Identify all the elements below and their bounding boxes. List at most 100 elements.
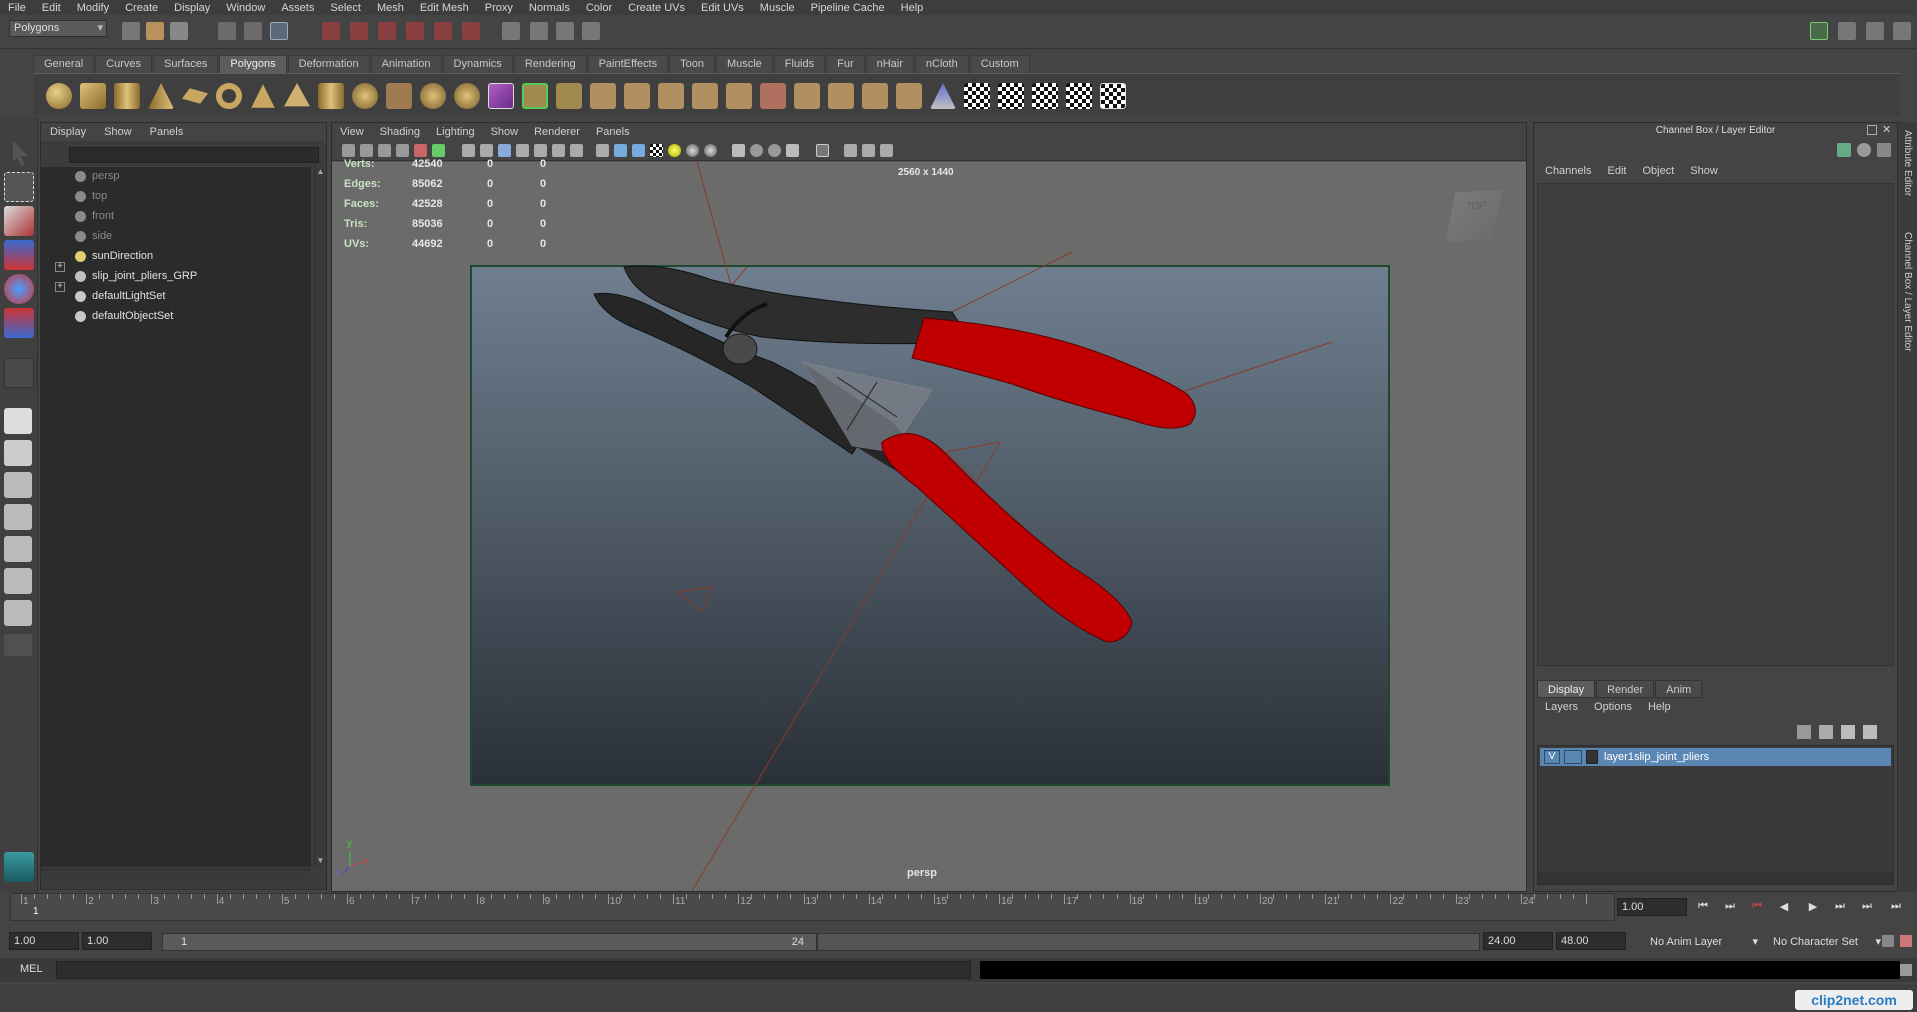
playback-start-field[interactable]: 1.00 xyxy=(82,932,152,950)
snap-live-icon[interactable] xyxy=(462,22,480,40)
spherical-mapping-icon[interactable] xyxy=(1032,83,1058,109)
shelf-tab-curves[interactable]: Curves xyxy=(95,55,152,73)
camera-attributes-icon[interactable] xyxy=(360,144,373,157)
layer-menu-options[interactable]: Options xyxy=(1586,701,1640,713)
poly-pipe-icon[interactable] xyxy=(318,83,344,109)
shelf-tab-deformation[interactable]: Deformation xyxy=(287,55,370,73)
view-transform-icon[interactable] xyxy=(844,144,857,157)
poly-plane-icon[interactable] xyxy=(182,88,208,104)
persp-outliner-layout-icon[interactable] xyxy=(4,472,32,498)
menu-normals[interactable]: Normals xyxy=(521,2,578,14)
mirror-icon[interactable] xyxy=(930,83,956,109)
split-polygon-icon[interactable] xyxy=(658,83,684,109)
last-tool-icon[interactable] xyxy=(4,358,34,388)
new-layer-from-selected-icon[interactable] xyxy=(1797,725,1811,739)
layer-tab-display[interactable]: Display xyxy=(1537,680,1596,698)
wireframe-icon[interactable] xyxy=(596,144,609,157)
menu-edit-uvs[interactable]: Edit UVs xyxy=(693,2,752,14)
menu-window[interactable]: Window xyxy=(218,2,273,14)
grease-pencil-icon[interactable] xyxy=(432,144,445,157)
xray-active-icon[interactable] xyxy=(786,144,799,157)
2d-pan-zoom-icon[interactable] xyxy=(414,144,427,157)
smooth-shade-icon[interactable] xyxy=(614,144,627,157)
shelf-tab-dynamics[interactable]: Dynamics xyxy=(442,55,513,73)
menu-color[interactable]: Color xyxy=(578,2,620,14)
menu-set-selector[interactable]: Polygons ▾ xyxy=(9,20,107,37)
shelf-tab-surfaces[interactable]: Surfaces xyxy=(152,55,219,73)
command-language-toggle[interactable]: MEL xyxy=(20,963,43,975)
expand-default-light-set-icon[interactable]: + xyxy=(55,282,65,292)
hud-icon[interactable] xyxy=(816,144,829,157)
layer-tab-render[interactable]: Render xyxy=(1596,680,1655,698)
shelf-tab-custom[interactable]: Custom xyxy=(969,55,1030,73)
select-tool-icon[interactable] xyxy=(13,141,28,167)
pliers-model[interactable] xyxy=(332,162,1526,891)
poly-cube-icon[interactable] xyxy=(80,83,106,109)
bevel-icon[interactable] xyxy=(522,83,548,109)
xray-joints-icon[interactable] xyxy=(768,144,781,157)
bridge-icon[interactable] xyxy=(590,83,616,109)
snap-grid-icon[interactable] xyxy=(322,22,340,40)
viewport-menu-shading[interactable]: Shading xyxy=(372,126,428,138)
outliner-menu-show[interactable]: Show xyxy=(95,126,141,138)
layer-visibility-toggle[interactable]: V xyxy=(1544,750,1560,764)
outliner-item-front[interactable]: front xyxy=(75,207,305,225)
shelf-tab-muscle[interactable]: Muscle xyxy=(715,55,773,73)
use-all-lights-icon[interactable] xyxy=(668,144,681,157)
outliner-menu-display[interactable]: Display xyxy=(41,126,95,138)
expand-slip-joint-pliers-grp-icon[interactable]: + xyxy=(55,262,65,272)
open-scene-icon[interactable] xyxy=(146,22,164,40)
wireframe-on-shaded-icon[interactable] xyxy=(632,144,645,157)
current-time-field[interactable]: 1.00 xyxy=(1617,898,1687,916)
isolate-select-icon[interactable] xyxy=(732,144,745,157)
menu-muscle[interactable]: Muscle xyxy=(752,2,803,14)
new-scene-icon[interactable] xyxy=(122,22,140,40)
single-pane-layout-icon[interactable] xyxy=(4,408,32,434)
select-hierarchy-icon[interactable] xyxy=(218,22,236,40)
outliner-item-side[interactable]: side xyxy=(75,227,305,245)
outliner-item-defaultobjectset[interactable]: defaultObjectSet xyxy=(75,307,305,325)
ambient-occlusion-icon[interactable] xyxy=(704,144,717,157)
render-settings-icon[interactable] xyxy=(556,22,574,40)
smooth-icon[interactable] xyxy=(488,83,514,109)
gate-mask-icon[interactable] xyxy=(516,144,529,157)
step-forward-key-icon[interactable]: ⏭ xyxy=(1832,900,1848,914)
snap-point-icon[interactable] xyxy=(378,22,396,40)
outliner-item-slip-joint-pliers-grp[interactable]: slip_joint_pliers_GRP xyxy=(75,267,305,285)
shelf-tab-nhair[interactable]: nHair xyxy=(865,55,914,73)
range-track[interactable] xyxy=(817,933,1480,951)
range-slider[interactable]: 1 24 xyxy=(162,933,817,951)
channel-menu-channels[interactable]: Channels xyxy=(1537,165,1599,177)
menu-select[interactable]: Select xyxy=(322,2,369,14)
attribute-editor-tab[interactable]: Attribute Editor xyxy=(1902,130,1913,196)
layer-h-scrollbar[interactable] xyxy=(1538,872,1893,884)
render-frame-icon[interactable] xyxy=(502,22,520,40)
duplicate-face-icon[interactable] xyxy=(896,83,922,109)
menu-create-uvs[interactable]: Create UVs xyxy=(620,2,693,14)
save-scene-icon[interactable] xyxy=(170,22,188,40)
outliner-scrollbar[interactable]: ▲ ▼ xyxy=(314,167,326,867)
poly-soccer-ball-icon[interactable] xyxy=(352,83,378,109)
textured-icon[interactable] xyxy=(650,144,663,157)
viewport-menu-panels[interactable]: Panels xyxy=(588,126,638,138)
safe-title-icon[interactable] xyxy=(570,144,583,157)
shelf-tab-toon[interactable]: Toon xyxy=(669,55,715,73)
four-pane-layout-icon[interactable] xyxy=(4,440,32,466)
shelf-tab-ncloth[interactable]: nCloth xyxy=(914,55,969,73)
layer-tab-anim[interactable]: Anim xyxy=(1655,680,1703,698)
offset-edge-loop-icon[interactable] xyxy=(726,83,752,109)
menu-assets[interactable]: Assets xyxy=(273,2,322,14)
toggle-tool-settings-icon[interactable] xyxy=(1866,22,1884,40)
menu-pipeline-cache[interactable]: Pipeline Cache xyxy=(803,2,893,14)
shelf-tab-fur[interactable]: Fur xyxy=(826,55,865,73)
shelf-tab-animation[interactable]: Animation xyxy=(370,55,442,73)
time-slider[interactable]: 1 2 3 4 5 6 7 8 9 10 11 12 13 14 15 16 17 18 19 20 21 22 23 24 1 xyxy=(10,893,1615,921)
hyperbolic-icon[interactable] xyxy=(1877,143,1891,157)
step-back-frame-icon[interactable]: ⏮ xyxy=(1749,900,1765,914)
viewport-menu-view[interactable]: View xyxy=(332,126,372,138)
snap-plane-icon[interactable] xyxy=(406,22,424,40)
layer-row[interactable]: V layer1slip_joint_pliers xyxy=(1540,748,1891,766)
poly-torus-icon[interactable] xyxy=(216,83,242,109)
outliner-item-top[interactable]: top xyxy=(75,187,305,205)
custom-layout-icon[interactable] xyxy=(4,600,32,626)
